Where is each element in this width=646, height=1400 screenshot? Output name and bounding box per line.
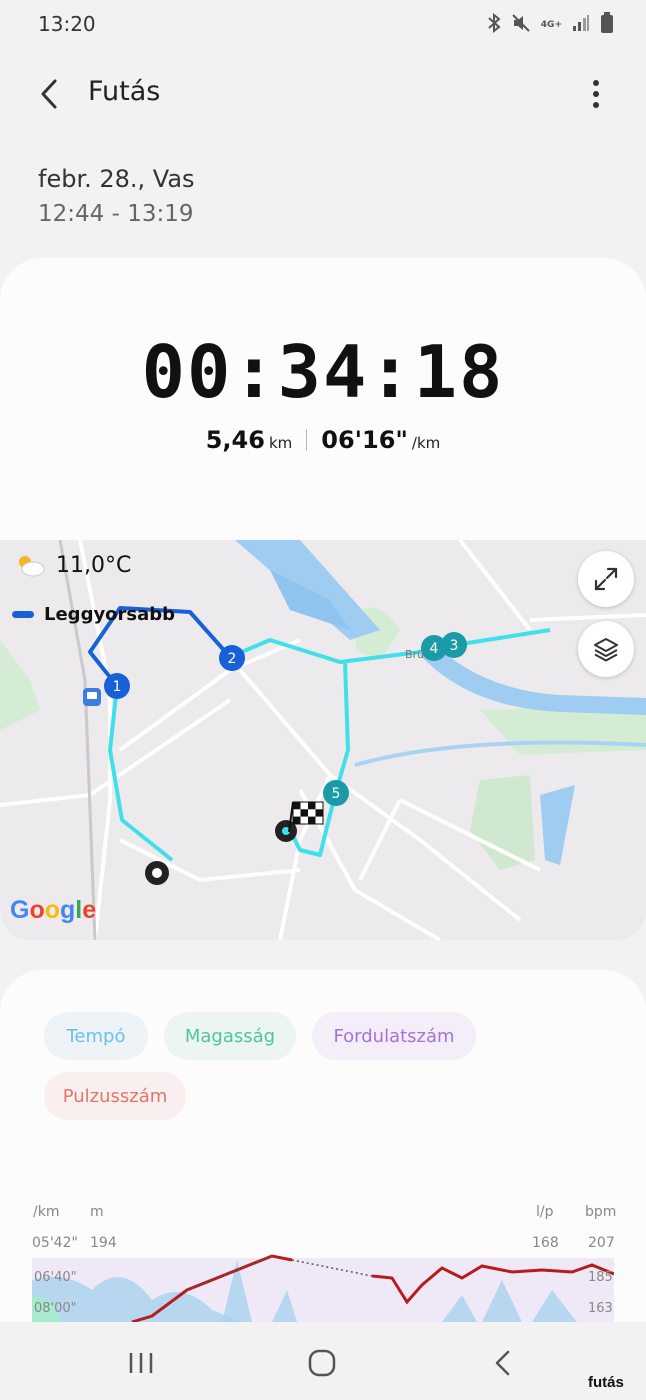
home-button[interactable] xyxy=(292,1333,352,1393)
chip-cadence[interactable]: Fordulatszám xyxy=(312,1012,476,1060)
road-label: Brü xyxy=(405,648,424,661)
google-logo-letter: g xyxy=(60,896,76,924)
recent-apps-button[interactable] xyxy=(111,1333,171,1393)
signal-icon xyxy=(572,14,590,37)
home-icon xyxy=(308,1349,336,1377)
railway xyxy=(58,540,97,940)
pace-unit: /km xyxy=(411,434,441,452)
map-layers-button[interactable] xyxy=(578,621,634,677)
google-logo-letter: o xyxy=(44,896,61,924)
finish-flag-icon[interactable] xyxy=(275,801,324,842)
expand-map-button[interactable] xyxy=(578,551,634,607)
km-marker-4[interactable]: 4 xyxy=(421,635,447,661)
km-marker-label: 3 xyxy=(450,638,459,654)
pace-tick: 08'00" xyxy=(34,1301,77,1316)
status-icons: 4G+ xyxy=(487,12,614,39)
start-marker[interactable] xyxy=(145,861,169,885)
pace-unit-label: /km xyxy=(33,1204,60,1220)
chip-altitude[interactable]: Magasság xyxy=(164,1012,296,1060)
altitude-unit-label: m xyxy=(90,1204,104,1220)
recent-apps-icon xyxy=(129,1353,153,1373)
water-area xyxy=(540,785,575,865)
google-logo-letter: e xyxy=(82,896,97,924)
hr-tick: 207 xyxy=(588,1235,615,1251)
km-marker-label: 5 xyxy=(332,786,341,802)
more-options-button[interactable] xyxy=(576,74,616,114)
battery-icon xyxy=(600,12,614,39)
pace-tick: 06'40" xyxy=(34,1270,77,1285)
hr-unit-label: bpm xyxy=(585,1204,617,1220)
temperature-value: 11,0°C xyxy=(56,552,132,578)
weather-info: 11,0°C xyxy=(14,552,131,578)
watermark-logo: futás xyxy=(588,1374,624,1391)
metrics-chart: 06'40" 08'00" 185 163 xyxy=(32,1254,614,1322)
google-logo-text: Google xyxy=(10,896,96,924)
google-logo-letter: G xyxy=(10,896,30,924)
duration-value: 00:34:18 xyxy=(141,330,505,414)
hr-tick: 185 xyxy=(588,1270,613,1285)
km-marker-label: 4 xyxy=(430,641,439,657)
system-back-button[interactable] xyxy=(473,1333,533,1393)
google-logo-letter: o xyxy=(29,896,45,924)
distance-unit: km xyxy=(268,434,293,452)
more-vert-icon xyxy=(593,80,599,108)
pace-value: 06'16" xyxy=(321,426,408,454)
cadence-unit-label: l/p xyxy=(536,1204,554,1220)
stats-row: 5,46 km 06'16" /km xyxy=(0,426,646,454)
bluetooth-icon xyxy=(487,12,501,38)
cadence-tick: 168 xyxy=(532,1235,559,1251)
distance-value: 5,46 xyxy=(205,426,265,454)
legend-swatch xyxy=(12,611,34,618)
legend-label: Leggyorsabb xyxy=(44,604,176,625)
park-area xyxy=(470,775,535,870)
mute-icon xyxy=(511,13,531,38)
back-button[interactable] xyxy=(30,74,70,114)
km-marker-2[interactable]: 2 xyxy=(219,645,245,671)
4g-icon: 4G+ xyxy=(540,20,562,30)
chevron-left-icon xyxy=(41,79,57,109)
status-time: 13:20 xyxy=(38,12,96,36)
chip-heart-rate[interactable]: Pulzusszám xyxy=(44,1072,186,1120)
google-attribution: Google xyxy=(10,896,96,925)
expand-icon xyxy=(594,567,618,591)
km-marker-5[interactable]: 5 xyxy=(323,780,349,806)
park-area xyxy=(0,640,40,730)
partly-sunny-icon xyxy=(19,556,45,577)
km-marker-label: 2 xyxy=(228,651,237,667)
altitude-tick: 194 xyxy=(90,1235,117,1251)
page-title: Futás xyxy=(88,76,161,107)
workout-date: febr. 28., Vas xyxy=(38,165,195,193)
km-marker-1[interactable]: 1 xyxy=(104,673,130,699)
train-station-icon xyxy=(83,688,101,706)
route-map[interactable]: 1 2 3 4 5 Brü xyxy=(0,540,646,940)
layers-icon xyxy=(594,638,618,662)
workout-time-range: 12:44 - 13:19 xyxy=(38,201,194,227)
hr-tick: 163 xyxy=(588,1301,613,1316)
pace-tick: 05'42" xyxy=(32,1235,78,1251)
map-canvas: 1 2 3 4 5 Brü xyxy=(0,540,646,940)
map-legend: Leggyorsabb xyxy=(12,604,175,625)
back-icon xyxy=(495,1350,510,1376)
stat-divider xyxy=(306,429,308,451)
chip-pace[interactable]: Tempó xyxy=(44,1012,148,1060)
km-marker-label: 1 xyxy=(113,679,122,695)
